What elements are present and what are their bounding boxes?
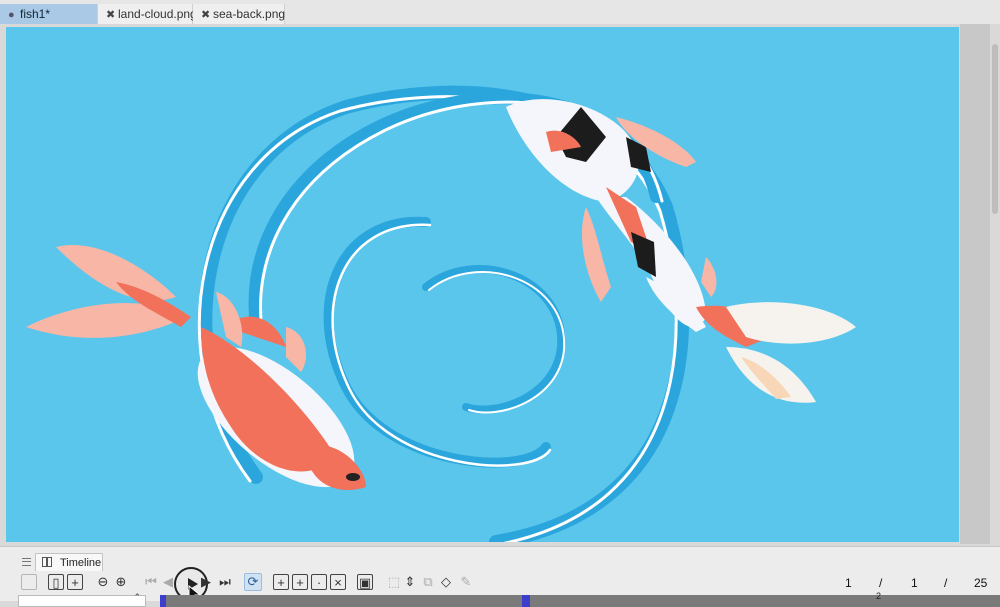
total-frames: 25 bbox=[974, 576, 988, 590]
timeline-end-marker[interactable] bbox=[522, 595, 530, 607]
timeline-toolbar: ▯ + ⊖ ⊕ ⏮ ◀ ▶ ⏭ ⟳ + + · × ▣ ⬚ ⇕ ⧉ ◇ ✎ 1 … bbox=[0, 567, 1000, 601]
transform-icon[interactable]: ⬚ bbox=[386, 574, 402, 590]
vertical-scrollbar-track[interactable] bbox=[960, 24, 990, 544]
add-frame-icon[interactable]: + bbox=[67, 574, 83, 590]
tab-timeline[interactable]: Timeline bbox=[35, 553, 103, 571]
timeline-track[interactable] bbox=[160, 595, 1000, 607]
vertical-scrollbar-thumb[interactable] bbox=[992, 44, 998, 214]
tab-sea-back[interactable]: ✖ sea-back.png bbox=[193, 4, 285, 24]
last-frame-icon[interactable]: ⏭ bbox=[217, 574, 233, 590]
tab-fish1[interactable]: ● fish1* bbox=[0, 4, 98, 24]
koi-artwork bbox=[26, 85, 856, 542]
tab-label: sea-back.png bbox=[213, 7, 286, 21]
current-frame: 1 bbox=[845, 576, 852, 590]
insert-cel-icon[interactable]: + bbox=[292, 574, 308, 590]
cel-options-icon[interactable]: · bbox=[311, 574, 327, 590]
timeline-icon bbox=[42, 557, 52, 567]
layer-select[interactable]: ⌃ bbox=[18, 592, 146, 607]
cel-delete-icon[interactable]: × bbox=[330, 574, 346, 590]
fps-value: 1 bbox=[911, 576, 918, 590]
tab-land-cloud[interactable]: ✖ land-cloud.png bbox=[98, 4, 197, 25]
zoom-in-icon[interactable]: ⊕ bbox=[113, 574, 129, 590]
tab-label: fish1* bbox=[20, 7, 51, 21]
counter-separator: / bbox=[879, 576, 883, 590]
frame-view-icon[interactable]: ▯ bbox=[48, 574, 64, 590]
timeline-panel: Timeline ▯ + ⊖ ⊕ ⏮ ◀ ▶ ⏭ ⟳ + + · × ▣ ⬚ ⇕… bbox=[0, 546, 1000, 607]
zoom-out-icon[interactable]: ⊖ bbox=[95, 574, 111, 590]
timeline-tab-label: Timeline bbox=[60, 557, 102, 569]
timeline-start-marker[interactable] bbox=[160, 595, 166, 607]
tab-label: land-cloud.png bbox=[118, 7, 197, 21]
canvas-area bbox=[0, 24, 1000, 546]
onion-skin-icon[interactable]: ▣ bbox=[357, 574, 373, 590]
document-tab-bar: ● fish1* ✖ land-cloud.png ✖ sea-back.png bbox=[0, 0, 1000, 25]
close-icon[interactable]: ✖ bbox=[106, 5, 118, 25]
hamburger-icon[interactable] bbox=[22, 558, 31, 566]
pen-icon[interactable]: ✎ bbox=[458, 574, 474, 590]
up-down-icon[interactable]: ⇕ bbox=[402, 574, 418, 590]
first-frame-icon[interactable]: ⏮ bbox=[143, 574, 159, 590]
close-icon[interactable]: ✖ bbox=[201, 5, 213, 25]
dot-icon: ● bbox=[8, 9, 15, 21]
loop-icon[interactable]: ⟳ bbox=[244, 573, 262, 591]
path-icon[interactable]: ◇ bbox=[438, 574, 454, 590]
cel-copy-icon[interactable]: ⧉ bbox=[420, 574, 436, 590]
new-cel-icon[interactable]: + bbox=[273, 574, 289, 590]
artwork-canvas[interactable] bbox=[6, 27, 959, 542]
counter-separator: / bbox=[944, 576, 948, 590]
layer-icon bbox=[21, 574, 37, 590]
chevron-up-icon: ⌃ bbox=[133, 592, 141, 602]
